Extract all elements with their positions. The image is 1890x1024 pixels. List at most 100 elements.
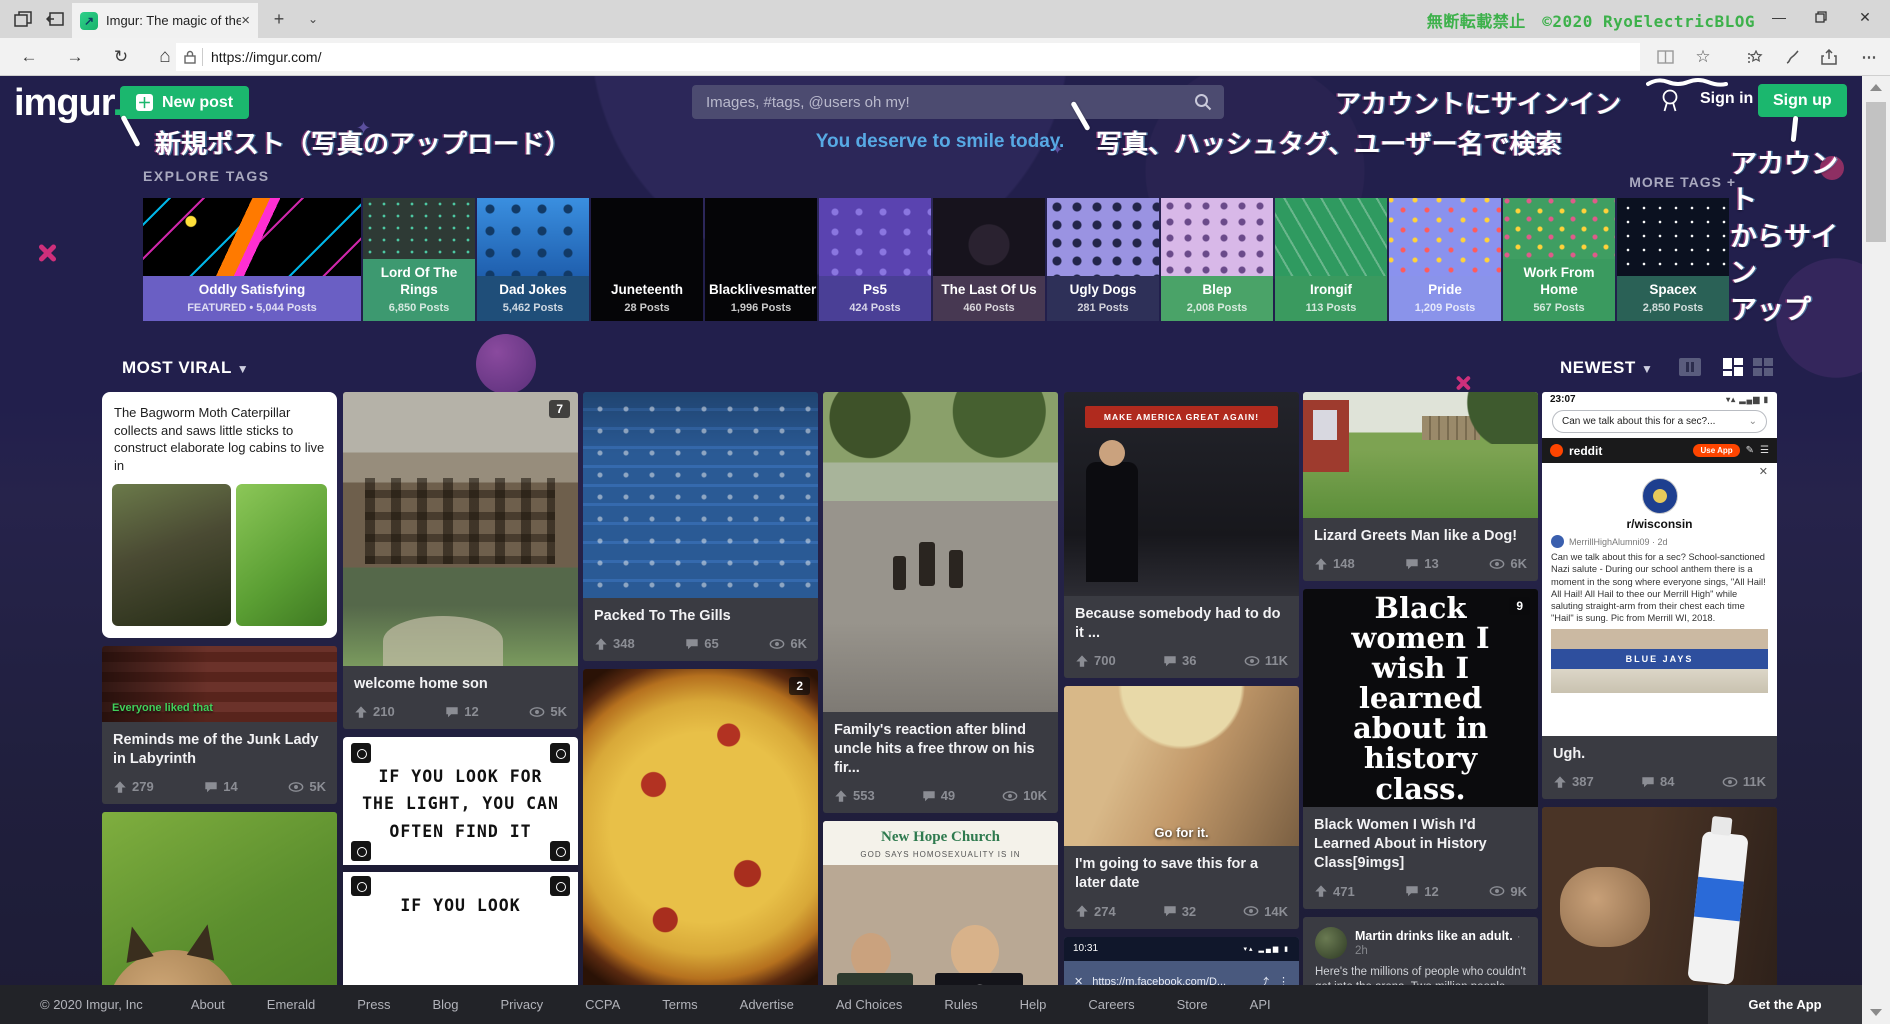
- tag-card-work-from-home[interactable]: Work From Home 567 Posts: [1503, 198, 1615, 321]
- tab-close-icon[interactable]: ×: [241, 13, 250, 28]
- footer-link-advertise[interactable]: Advertise: [740, 997, 794, 1012]
- search-input[interactable]: [704, 92, 1194, 112]
- more-options-icon[interactable]: ⋯: [1856, 44, 1882, 70]
- post-card-gills[interactable]: Packed To The Gills 348 65 6K: [583, 392, 818, 662]
- footer-link-press[interactable]: Press: [357, 997, 390, 1012]
- set-tabs-aside-icon[interactable]: [42, 7, 68, 31]
- address-bar[interactable]: https://imgur.com/: [176, 43, 1640, 71]
- post-card-mansion[interactable]: 7 welcome home son 210 12 5K: [343, 392, 578, 730]
- browser-tab[interactable]: ↗ Imgur: The magic of the ×: [72, 3, 258, 38]
- post-card-light[interactable]: IF YOU LOOK FOR THE LIGHT, YOU CAN OFTEN…: [343, 737, 578, 985]
- upvotes-stat[interactable]: 471: [1314, 884, 1355, 899]
- new-tab-button[interactable]: +: [266, 7, 292, 31]
- post-card-church[interactable]: New Hope Church GOD SAYS HOMOSEXUALITY I…: [823, 821, 1058, 985]
- tag-card-blacklivesmatter[interactable]: Blacklivesmatter 1,996 Posts: [705, 198, 817, 321]
- scroll-up-arrow[interactable]: [1870, 84, 1882, 91]
- tab-preview-icon[interactable]: [10, 7, 36, 31]
- post-card-caracal[interactable]: [102, 812, 337, 985]
- upvotes-stat[interactable]: 210: [354, 704, 395, 719]
- tag-card-dad-jokes[interactable]: Dad Jokes 5,462 Posts: [477, 198, 589, 321]
- tag-card-pride[interactable]: Pride 1,209 Posts: [1389, 198, 1501, 321]
- tag-card-irongif[interactable]: Irongif 113 Posts: [1275, 198, 1387, 321]
- trophy-icon[interactable]: [1658, 88, 1682, 119]
- upvotes-stat[interactable]: 148: [1314, 556, 1355, 571]
- post-card-labyrinth[interactable]: Everyone liked that Reminds me of the Ju…: [102, 646, 337, 805]
- post-card-savelater[interactable]: Go for it. I'm going to save this for a …: [1064, 686, 1299, 929]
- order-dropdown[interactable]: NEWEST ▼: [1560, 358, 1653, 378]
- upvotes-stat[interactable]: 387: [1553, 774, 1594, 789]
- footer-link-ad-choices[interactable]: Ad Choices: [836, 997, 902, 1012]
- post-card-maga[interactable]: MAKE AMERICA GREAT AGAIN! Because somebo…: [1064, 392, 1299, 679]
- comments-stat[interactable]: 36: [1163, 653, 1197, 668]
- tag-card-juneteenth[interactable]: Juneteenth 28 Posts: [591, 198, 703, 321]
- footer-link-terms[interactable]: Terms: [662, 997, 697, 1012]
- comments-stat[interactable]: 12: [1405, 884, 1439, 899]
- tag-card-lord-of-the-rings[interactable]: Lord Of The Rings 6,850 Posts: [363, 198, 475, 321]
- comments-stat[interactable]: 49: [922, 788, 955, 803]
- sort-dropdown[interactable]: MOST VIRAL ▼: [122, 358, 249, 378]
- comments-stat[interactable]: 12: [445, 704, 479, 719]
- post-card-fbbar[interactable]: 10:31 ▾▴ ▂▄▆ ▮ ✕ https://m.facebook.com/D.…: [1064, 936, 1299, 985]
- grid-layout-icon[interactable]: [1752, 357, 1774, 377]
- upvotes-stat[interactable]: 700: [1075, 653, 1116, 668]
- imgur-logo[interactable]: imgur.: [14, 82, 123, 125]
- comments-stat[interactable]: 13: [1405, 556, 1439, 571]
- tag-card-oddly-satisfying[interactable]: Oddly Satisfying FEATURED • 5,044 Posts: [143, 198, 361, 321]
- footer-link-help[interactable]: Help: [1020, 997, 1047, 1012]
- post-card-lizard[interactable]: Lizard Greets Man like a Dog! 148 13 6K: [1303, 392, 1538, 582]
- add-favorite-star-icon[interactable]: ☆: [1690, 44, 1716, 70]
- footer-link-blog[interactable]: Blog: [432, 997, 458, 1012]
- footer-link-ccpa[interactable]: CCPA: [585, 997, 620, 1012]
- page-scrollbar[interactable]: [1862, 76, 1890, 1024]
- footer-link-about[interactable]: About: [191, 997, 225, 1012]
- tab-list-chevron-icon[interactable]: ⌄: [300, 7, 326, 31]
- tag-card-ps5[interactable]: Ps5 424 Posts: [819, 198, 931, 321]
- post-card-tweet[interactable]: Martin drinks like an adult. · 2h Here's …: [1303, 916, 1538, 985]
- search-icon[interactable]: [1194, 93, 1212, 111]
- footer-link-rules[interactable]: Rules: [944, 997, 977, 1012]
- post-card-freethrow[interactable]: Family's reaction after blind uncle hits…: [823, 392, 1058, 814]
- post-card-reddit[interactable]: 23:07 ▾▴ ▂▄▆ ▮ Can we talk about this for…: [1542, 392, 1777, 800]
- comments-stat[interactable]: 14: [204, 779, 238, 794]
- sign-up-button[interactable]: Sign up: [1758, 84, 1847, 117]
- upvotes-stat[interactable]: 279: [113, 779, 154, 794]
- comments-stat[interactable]: 84: [1641, 774, 1675, 789]
- window-restore-button[interactable]: [1804, 4, 1838, 30]
- footer-link-store[interactable]: Store: [1177, 997, 1208, 1012]
- window-minimize-button[interactable]: —: [1762, 4, 1796, 30]
- masonry-layout-icon[interactable]: [1722, 357, 1744, 377]
- tag-card-spacex[interactable]: Spacex 2,850 Posts: [1617, 198, 1729, 321]
- forward-button[interactable]: →: [60, 44, 90, 70]
- window-close-button[interactable]: ✕: [1848, 4, 1882, 30]
- share-icon[interactable]: [1816, 44, 1842, 70]
- back-button[interactable]: ←: [14, 44, 44, 70]
- get-the-app-button[interactable]: Get the App: [1708, 985, 1862, 1024]
- search-bar[interactable]: [692, 85, 1224, 119]
- upvotes-stat[interactable]: 553: [834, 788, 875, 803]
- post-card-bagworm[interactable]: The Bagworm Moth Caterpillar collects an…: [102, 392, 337, 639]
- tag-card-the-last-of-us[interactable]: The Last Of Us 460 Posts: [933, 198, 1045, 321]
- new-post-button[interactable]: ＋ New post: [120, 86, 250, 119]
- tag-card-blep[interactable]: Blep 2,008 Posts: [1161, 198, 1273, 321]
- annotate-pen-icon[interactable]: [1780, 44, 1806, 70]
- upvotes-stat[interactable]: 348: [594, 636, 635, 651]
- refresh-button[interactable]: ↻: [106, 44, 136, 70]
- post-card-pizza[interactable]: 2: [583, 669, 818, 985]
- favorites-hub-icon[interactable]: [1742, 44, 1768, 70]
- reading-view-icon[interactable]: [1652, 44, 1678, 70]
- footer-link-api[interactable]: API: [1250, 997, 1271, 1012]
- scroll-down-arrow[interactable]: [1870, 1009, 1882, 1016]
- footer-link-emerald[interactable]: Emerald: [267, 997, 315, 1012]
- post-card-spray[interactable]: [1542, 807, 1777, 985]
- sign-in-link[interactable]: Sign in: [1700, 90, 1753, 108]
- more-tags-link[interactable]: MORE TAGS +: [1600, 174, 1736, 190]
- tag-card-ugly-dogs[interactable]: Ugly Dogs 281 Posts: [1047, 198, 1159, 321]
- post-card-blackwomen[interactable]: Black women I wish I learned about in hi…: [1303, 589, 1538, 909]
- autoplay-view-icon[interactable]: [1678, 357, 1701, 377]
- comments-stat[interactable]: 32: [1163, 904, 1196, 919]
- scrollbar-thumb[interactable]: [1866, 102, 1886, 242]
- comments-stat[interactable]: 65: [685, 636, 719, 651]
- footer-link-privacy[interactable]: Privacy: [500, 997, 543, 1012]
- footer-link-careers[interactable]: Careers: [1088, 997, 1134, 1012]
- upvotes-stat[interactable]: 274: [1075, 904, 1116, 919]
